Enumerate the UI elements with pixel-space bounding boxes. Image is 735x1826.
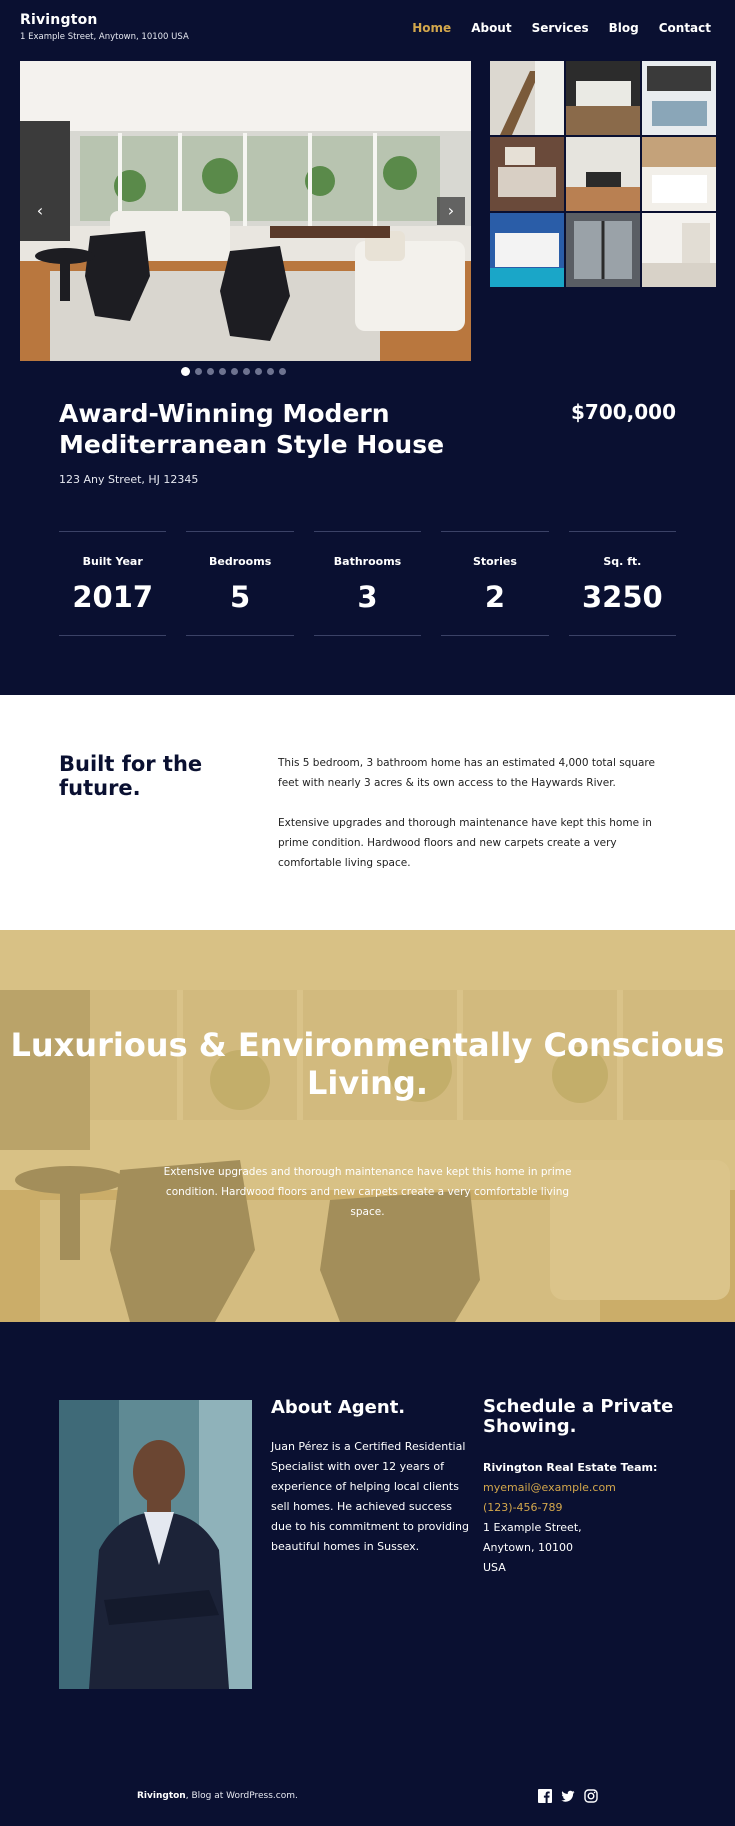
main-nav: Home About Services Blog Contact [412, 21, 711, 35]
gallery-thumb-8[interactable] [566, 213, 640, 287]
gallery-dot-4[interactable] [219, 368, 226, 375]
stat-built-year: Built Year 2017 [59, 531, 167, 636]
footer-credit-text: , Blog at WordPress.com. [185, 1791, 298, 1801]
listing-title: Award-Winning Modern Mediterranean Style… [59, 399, 445, 459]
schedule-team: Rivington Real Estate Team: [483, 1461, 658, 1474]
gallery-main-image[interactable]: ‹ › [20, 61, 471, 361]
nav-services[interactable]: Services [532, 21, 589, 35]
site-description: 1 Example Street, Anytown, 10100 USA [20, 32, 189, 42]
stat-sqft: Sq. ft. 3250 [568, 531, 677, 636]
gallery-dot-9[interactable] [279, 368, 286, 375]
gallery-thumb-3[interactable] [642, 61, 716, 135]
stat-stories: Stories 2 [441, 531, 549, 636]
gallery-thumbnails [490, 61, 716, 287]
intro-text: This 5 bedroom, 3 bathroom home has an e… [278, 753, 678, 873]
gallery-dot-5[interactable] [231, 368, 238, 375]
site-header: Rivington 1 Example Street, Anytown, 101… [0, 0, 735, 56]
stat-label: Built Year [82, 555, 143, 568]
nav-about[interactable]: About [471, 21, 511, 35]
facebook-icon[interactable] [538, 1788, 552, 1803]
living-room-photo [20, 61, 471, 361]
intro-section: Built for the future. This 5 bedroom, 3 … [0, 695, 735, 930]
agent-heading: About Agent. [271, 1397, 406, 1418]
gallery-thumb-2[interactable] [566, 61, 640, 135]
schedule-heading: Schedule a Private Showing. [483, 1396, 674, 1437]
stat-label: Bathrooms [333, 555, 402, 568]
stat-value: 3 [357, 580, 378, 614]
gallery-thumb-7[interactable] [490, 213, 564, 287]
agent-bio: Juan Pérez is a Certified Residential Sp… [271, 1440, 469, 1553]
gallery-thumb-4[interactable] [490, 137, 564, 211]
schedule-phone-link[interactable]: (123)-456-789 [483, 1498, 683, 1518]
gallery-dot-1[interactable] [181, 367, 190, 376]
stat-value: 5 [230, 580, 251, 614]
schedule-contact: Rivington Real Estate Team: myemail@exam… [483, 1458, 683, 1578]
gallery-dots [181, 367, 286, 376]
nav-blog[interactable]: Blog [609, 21, 639, 35]
gallery-thumb-1[interactable] [490, 61, 564, 135]
schedule-email-link[interactable]: myemail@example.com [483, 1478, 683, 1498]
schedule-address-line: USA [483, 1561, 506, 1574]
listing-stats: Built Year 2017 Bedrooms 5 Bathrooms 3 S… [59, 531, 677, 636]
gallery-dot-2[interactable] [195, 368, 202, 375]
gallery-thumb-9[interactable] [642, 213, 716, 287]
intro-paragraph: Extensive upgrades and thorough maintena… [278, 817, 652, 869]
stat-value: 2017 [72, 580, 154, 614]
site-title[interactable]: Rivington [20, 12, 98, 28]
agent-photo [59, 1400, 252, 1689]
gallery-dot-7[interactable] [255, 368, 262, 375]
nav-home[interactable]: Home [412, 21, 451, 35]
intro-paragraph: This 5 bedroom, 3 bathroom home has an e… [278, 757, 655, 789]
stat-bedrooms: Bedrooms 5 [186, 531, 294, 636]
gallery-dot-8[interactable] [267, 368, 274, 375]
gallery-next-button[interactable]: › [437, 197, 465, 225]
intro-heading: Built for the future. [59, 752, 203, 800]
listing-price: $700,000 [570, 400, 676, 424]
gallery-dot-3[interactable] [207, 368, 214, 375]
schedule-address-line: Anytown, 10100 [483, 1541, 574, 1554]
gallery-thumb-6[interactable] [642, 137, 716, 211]
stat-value: 3250 [581, 580, 663, 614]
nav-contact[interactable]: Contact [659, 21, 711, 35]
stat-value: 2 [484, 580, 506, 614]
twitter-icon[interactable] [561, 1788, 575, 1802]
listing-address: 123 Any Street, HJ 12345 [59, 473, 199, 486]
gallery-prev-button[interactable]: ‹ [26, 197, 54, 225]
schedule-address-line: 1 Example Street, [483, 1521, 582, 1534]
social-links [538, 1788, 598, 1803]
footer-credit: Rivington, Blog at WordPress.com. [137, 1791, 298, 1801]
banner-text: Extensive upgrades and thorough maintena… [163, 1166, 572, 1218]
stat-label: Stories [472, 555, 517, 568]
gallery-thumb-5[interactable] [566, 137, 640, 211]
page: Rivington 1 Example Street, Anytown, 101… [0, 0, 735, 1826]
footer-site-link[interactable]: Rivington [137, 1791, 186, 1801]
stat-label: Bedrooms [208, 555, 272, 568]
stat-bathrooms: Bathrooms 3 [313, 531, 422, 636]
gallery-dot-6[interactable] [243, 368, 250, 375]
banner-title: Luxurious & Environmentally Conscious Li… [10, 1026, 725, 1102]
feature-banner: Luxurious & Environmentally Conscious Li… [0, 930, 735, 1322]
banner-background-image [0, 930, 735, 1322]
stat-label: Sq. ft. [603, 555, 642, 568]
instagram-icon[interactable] [584, 1788, 598, 1803]
